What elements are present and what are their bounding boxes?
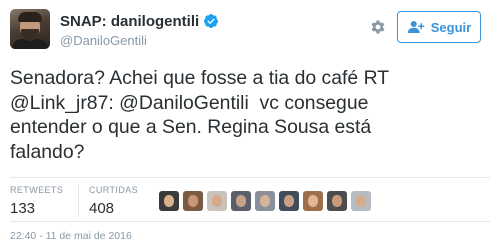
tweet-line: Senadora? Achei que fosse a tia do café … bbox=[10, 67, 390, 89]
likes-stat[interactable]: CURTIDAS 408 bbox=[78, 185, 158, 217]
name-row: SNAP: danilogentili bbox=[60, 12, 219, 30]
liker-avatar[interactable] bbox=[327, 191, 347, 211]
user-handle[interactable]: @DaniloGentili bbox=[60, 33, 219, 48]
liker-face bbox=[356, 195, 366, 207]
liker-avatar[interactable] bbox=[183, 191, 203, 211]
liker-face bbox=[236, 195, 246, 207]
liker-face bbox=[332, 195, 342, 207]
liker-face bbox=[260, 195, 270, 207]
liker-avatar[interactable] bbox=[207, 191, 227, 211]
liker-avatar[interactable] bbox=[255, 191, 275, 211]
follow-button[interactable]: Seguir bbox=[397, 11, 481, 43]
divider bbox=[10, 221, 490, 222]
liker-face bbox=[308, 195, 318, 207]
liker-avatar[interactable] bbox=[303, 191, 323, 211]
retweets-label: RETWEETS bbox=[10, 185, 64, 195]
add-user-icon bbox=[407, 21, 425, 33]
tweet-line[interactable]: @Link_jr87: @DaniloGentili vc consegue bbox=[10, 91, 490, 116]
liker-face bbox=[212, 195, 222, 207]
retweets-count: 133 bbox=[10, 200, 36, 217]
liker-avatars bbox=[159, 191, 375, 211]
liker-face bbox=[164, 195, 174, 207]
retweets-stat[interactable]: RETWEETS 133 bbox=[10, 185, 78, 217]
tweet-header: SNAP: danilogentili @DaniloGentili bbox=[60, 12, 219, 48]
liker-avatar[interactable] bbox=[159, 191, 179, 211]
verified-badge-icon bbox=[204, 14, 219, 28]
divider bbox=[10, 177, 490, 178]
tweet-timestamp[interactable]: 22:40 - 11 de mai de 2016 bbox=[10, 230, 132, 242]
likes-count: 408 bbox=[89, 200, 115, 217]
liker-avatar[interactable] bbox=[351, 191, 371, 211]
tweet-text: Senadora? Achei que fosse a tia do café … bbox=[10, 66, 490, 164]
display-name[interactable]: SNAP: danilogentili bbox=[60, 13, 199, 30]
likes-label: CURTIDAS bbox=[89, 185, 139, 195]
avatar-hair bbox=[18, 12, 42, 22]
tweet-line: entender o que a Sen. Regina Sousa está bbox=[10, 116, 372, 138]
liker-face bbox=[188, 195, 198, 207]
tweet-line: falando? bbox=[10, 140, 85, 163]
liker-face bbox=[284, 195, 294, 207]
gear-icon[interactable] bbox=[369, 18, 387, 36]
liker-avatar[interactable] bbox=[231, 191, 251, 211]
follow-label: Seguir bbox=[430, 19, 472, 35]
liker-avatar[interactable] bbox=[279, 191, 299, 211]
user-avatar[interactable] bbox=[10, 9, 50, 49]
tweet-stats: RETWEETS 133 CURTIDAS 408 bbox=[10, 185, 158, 217]
